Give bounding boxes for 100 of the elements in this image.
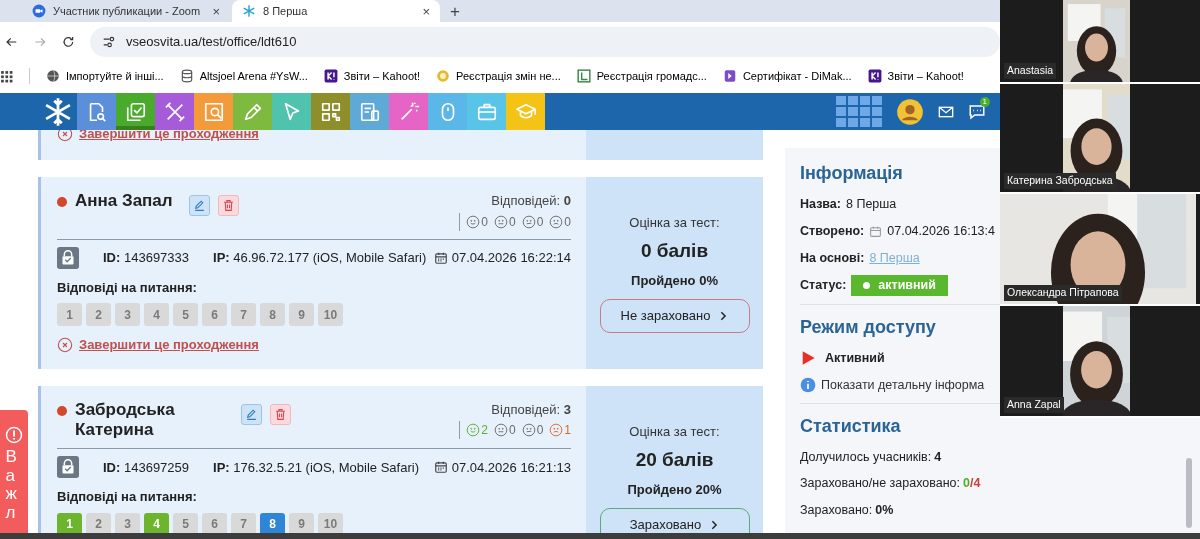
tool-tab[interactable] <box>350 93 389 130</box>
close-icon[interactable]: × <box>212 4 220 18</box>
question-number[interactable]: 1 <box>57 512 82 536</box>
reaction-count: 1 <box>564 422 571 439</box>
edit-button[interactable] <box>188 195 210 216</box>
attempt-date: 07.04.2026 16:22:14 <box>451 248 571 267</box>
source-link[interactable]: 8 Перша <box>869 248 920 268</box>
side-tab[interactable]: Важл <box>0 410 28 533</box>
question-number[interactable]: 4 <box>144 512 169 536</box>
verdict-button[interactable]: Не зараховано <box>599 299 750 333</box>
stat-label: Долучилось учасників: <box>800 448 932 466</box>
neutral-face-icon <box>493 423 508 437</box>
status-badge: активний <box>851 275 948 296</box>
bookmark[interactable]: Сертифікат - DiMak... <box>722 67 852 85</box>
new-tab-button[interactable]: + <box>442 2 468 22</box>
finish-attempt-link[interactable]: Завершити це проходження <box>57 335 571 355</box>
question-number[interactable]: 2 <box>86 303 111 326</box>
notification-count: 1 <box>979 96 990 107</box>
chart-search-icon <box>202 100 225 123</box>
question-number[interactable]: 5 <box>173 512 198 536</box>
question-number[interactable]: 10 <box>318 303 343 326</box>
bookmark[interactable]: Реєстрація змін не... <box>436 67 561 85</box>
tool-tab[interactable] <box>116 93 155 130</box>
details-link[interactable]: Показати детальну інформа <box>821 375 985 395</box>
lock-icon <box>57 456 79 479</box>
participant-name: Катерина Забродська <box>1004 173 1116 189</box>
participant-id: ID: 143697259 <box>103 458 190 477</box>
score-label: Оцінка за тест: <box>629 213 720 232</box>
tool-tab[interactable] <box>389 93 428 130</box>
participant-id: ID: 143697333 <box>103 248 190 267</box>
field-label: Статус: <box>800 277 847 295</box>
site-settings-icon <box>102 35 117 49</box>
unsure-face-icon <box>521 214 536 229</box>
field-label: Створено: <box>800 222 865 240</box>
coin-icon <box>436 69 451 83</box>
apps-grid-icon <box>0 69 13 83</box>
question-number[interactable]: 5 <box>173 303 198 326</box>
answers-count: Відповідей: 0 <box>490 192 571 210</box>
stat-label: Зараховано: <box>800 502 873 519</box>
section-title: Інформація <box>800 162 904 185</box>
bookmark[interactable]: Altsjoel Arena #YsW... <box>179 67 308 85</box>
play-icon <box>800 350 816 367</box>
reaction-count: 0 <box>536 422 544 439</box>
smiling-face-icon <box>466 214 481 229</box>
address-field[interactable]: vseosvita.ua/test/office/ldt610 <box>90 27 1000 57</box>
chevron-right-icon <box>709 520 720 530</box>
question-number[interactable]: 3 <box>115 303 140 326</box>
stat-value: 0% <box>875 502 894 519</box>
browser-tab[interactable]: 8 Перша × <box>232 0 440 22</box>
tool-tab[interactable] <box>428 93 467 130</box>
field-label: Назва: <box>800 196 841 213</box>
field-value: 8 Перша <box>846 196 897 213</box>
tool-tab[interactable] <box>272 93 311 130</box>
apps-grid-icon <box>836 95 882 128</box>
section-title: Статистика <box>800 414 902 438</box>
question-number[interactable]: 1 <box>57 303 82 326</box>
edit-button[interactable] <box>241 403 262 425</box>
avatar-icon <box>896 97 924 126</box>
tool-tab[interactable] <box>233 93 272 130</box>
tool-tab[interactable] <box>155 93 194 130</box>
question-number[interactable]: 6 <box>202 303 227 326</box>
reaction-count: 2 <box>481 422 488 439</box>
bookmark[interactable]: Звіти – Kahoot! <box>867 67 964 85</box>
chat-icon <box>968 102 986 121</box>
answers-count: Відповідей: 3 <box>490 400 571 419</box>
question-number[interactable]: 8 <box>260 303 285 326</box>
reaction-count: 0 <box>536 213 544 231</box>
delete-button[interactable] <box>270 403 291 425</box>
question-number[interactable]: 2 <box>86 512 111 536</box>
question-number[interactable]: 7 <box>231 303 256 326</box>
database-icon <box>179 69 194 83</box>
question-number[interactable]: 7 <box>231 512 256 536</box>
tool-tab[interactable] <box>77 93 116 130</box>
question-number[interactable]: 8 <box>260 512 285 536</box>
close-icon[interactable]: × <box>422 4 430 18</box>
participant-name: Анна Запал <box>75 191 173 212</box>
participant-name: Забродська Катерина <box>75 399 176 441</box>
tool-tab[interactable] <box>467 93 506 130</box>
reaction-count: 0 <box>508 422 516 439</box>
globe-icon <box>46 69 60 83</box>
question-number[interactable]: 3 <box>115 512 140 536</box>
question-number[interactable]: 6 <box>202 512 227 536</box>
question-number[interactable]: 10 <box>318 512 343 536</box>
passed-percent: Пройдено 20% <box>627 480 722 499</box>
question-number[interactable]: 4 <box>144 303 169 326</box>
bookmark[interactable]: Імпортуйте й інші... <box>46 67 164 85</box>
section-title: Режим доступу <box>800 316 937 339</box>
question-number[interactable]: 9 <box>289 303 314 326</box>
bookmark[interactable]: Звіти – Kahoot! <box>323 67 421 85</box>
tool-tab[interactable] <box>311 93 350 130</box>
alert-icon <box>5 426 23 444</box>
browser-tab[interactable]: Участник публикации - Zoom × <box>22 0 230 22</box>
scrollbar[interactable] <box>1186 458 1192 528</box>
reaction-count: 0 <box>508 213 516 231</box>
tool-tab[interactable] <box>194 93 233 130</box>
delete-button[interactable] <box>217 195 239 216</box>
question-number[interactable]: 9 <box>289 512 314 536</box>
qr-code-icon <box>319 100 342 123</box>
bookmark[interactable]: Реєстрація громадс... <box>576 67 707 85</box>
field-label: На основі: <box>800 249 865 267</box>
